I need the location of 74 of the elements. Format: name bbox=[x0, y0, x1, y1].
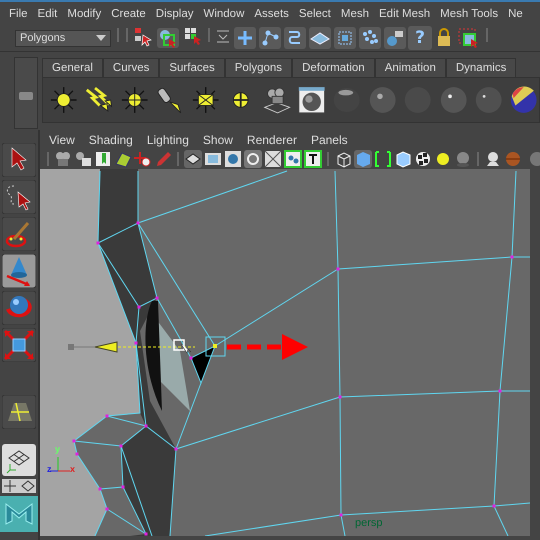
panel-menu-item[interactable]: View bbox=[42, 132, 82, 146]
area-light-icon[interactable] bbox=[190, 84, 220, 116]
sphere-icon[interactable] bbox=[368, 84, 398, 116]
move-manipulator-drawing[interactable] bbox=[68, 339, 196, 354]
camera-icon[interactable] bbox=[54, 150, 72, 168]
shelf-handle[interactable] bbox=[14, 57, 38, 129]
menu-item[interactable]: Display bbox=[150, 8, 198, 20]
menu-item[interactable]: Edit bbox=[32, 8, 62, 20]
shelf-tab[interactable]: Deformation bbox=[292, 58, 375, 77]
axis-label: x bbox=[70, 465, 76, 474]
axis-label: y bbox=[55, 445, 60, 454]
panel-menu-item[interactable]: Panels bbox=[304, 132, 355, 146]
vertex-icon[interactable] bbox=[258, 26, 282, 50]
separator-icon bbox=[174, 150, 182, 168]
move-tool-icon[interactable] bbox=[2, 254, 36, 288]
shelf-tab[interactable]: General bbox=[42, 58, 103, 77]
layout-icon[interactable] bbox=[2, 479, 36, 493]
separator-icon bbox=[44, 150, 52, 168]
shelf-tab[interactable]: Surfaces bbox=[159, 58, 225, 77]
dashed-arrow-icon bbox=[227, 334, 308, 360]
curve-icon[interactable] bbox=[283, 26, 307, 50]
help-button[interactable]: ? bbox=[408, 26, 432, 50]
particles-icon[interactable] bbox=[358, 26, 382, 50]
rotate-tool-icon[interactable] bbox=[2, 291, 36, 325]
shelf-tab[interactable]: Dynamics bbox=[446, 58, 516, 77]
menu-item[interactable]: Mesh Tools bbox=[435, 8, 504, 20]
camera-label: persp bbox=[355, 517, 383, 529]
point-light-icon[interactable] bbox=[120, 84, 150, 116]
grid-icon[interactable] bbox=[184, 150, 202, 168]
menu-item[interactable]: Modify bbox=[62, 8, 106, 20]
field-chart-icon[interactable] bbox=[284, 150, 302, 168]
menu-item[interactable]: Assets bbox=[249, 8, 294, 20]
menu-item[interactable]: Edit Mesh bbox=[374, 8, 436, 20]
bookmark-icon[interactable] bbox=[94, 150, 112, 168]
film-gate-icon[interactable] bbox=[204, 150, 222, 168]
menu-item[interactable]: Select bbox=[294, 8, 336, 20]
lattice-icon[interactable] bbox=[333, 26, 357, 50]
scale-tool-icon[interactable] bbox=[2, 328, 36, 362]
striped-ball-icon[interactable] bbox=[509, 84, 539, 116]
checker-ball-icon[interactable] bbox=[414, 150, 432, 168]
gate-mask-icon[interactable] bbox=[244, 150, 262, 168]
selected-vertex-marker[interactable] bbox=[206, 336, 226, 356]
panel-menu-item[interactable]: Shading bbox=[82, 132, 140, 146]
light-bulb-icon[interactable] bbox=[434, 150, 452, 168]
shelf-tab[interactable]: Animation bbox=[374, 58, 446, 77]
logo-icon bbox=[0, 496, 38, 532]
vertex-marker bbox=[213, 344, 217, 348]
separator-icon bbox=[324, 150, 332, 168]
shelf-tab[interactable]: Polygons bbox=[224, 58, 292, 77]
menu-item[interactable]: Mesh bbox=[336, 8, 374, 20]
select-tool-icon[interactable] bbox=[2, 143, 36, 177]
layout-icon[interactable] bbox=[2, 444, 36, 476]
separator-icon bbox=[474, 150, 482, 168]
panel-menu-item[interactable]: Renderer bbox=[240, 132, 304, 146]
menu-item[interactable]: Create bbox=[106, 8, 151, 20]
menu-item[interactable]: Window bbox=[198, 8, 250, 20]
safe-title-icon[interactable] bbox=[304, 150, 322, 168]
shelf-tab[interactable]: Curves bbox=[102, 58, 160, 77]
menu-item[interactable]: Ne bbox=[503, 8, 528, 20]
sun-icon[interactable] bbox=[49, 84, 78, 116]
caret-icon bbox=[96, 35, 106, 41]
safe-action-icon[interactable] bbox=[264, 150, 282, 168]
panel-menu-item[interactable]: Show bbox=[196, 132, 240, 146]
mode-dropdown[interactable]: Polygons bbox=[15, 30, 111, 46]
menu-item[interactable]: File bbox=[4, 8, 33, 20]
panel-menu-item[interactable]: Lighting bbox=[140, 132, 196, 146]
move-handle-icon[interactable] bbox=[233, 26, 257, 50]
lasso-tool-icon[interactable] bbox=[2, 180, 36, 214]
surface-icon[interactable] bbox=[308, 26, 332, 50]
object-select-icon[interactable] bbox=[155, 26, 181, 50]
lit-sphere-icon[interactable] bbox=[484, 150, 502, 168]
wireframe-on-shaded-icon[interactable] bbox=[374, 150, 392, 168]
uv-tool-icon[interactable] bbox=[2, 395, 36, 429]
resolution-gate-icon[interactable] bbox=[224, 150, 242, 168]
